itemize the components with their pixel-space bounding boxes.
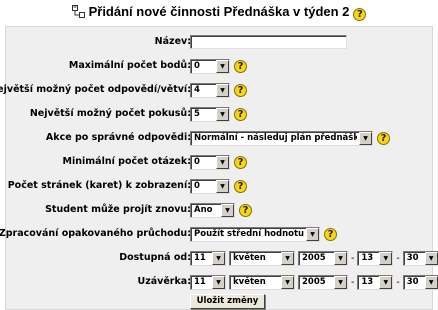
max-answers-select[interactable]: 4 ▼ <box>190 82 230 98</box>
row-min-questions: Minimální počet otázek: 0 ▼ ? <box>6 151 434 173</box>
help-icon[interactable]: ? <box>239 203 252 217</box>
name-label: Název: <box>154 36 191 47</box>
deadline-month-select[interactable]: květen ▼ <box>229 274 295 290</box>
min-questions-select[interactable]: 0 ▼ <box>190 154 230 170</box>
help-icon[interactable]: ? <box>234 107 247 121</box>
chevron-down-icon: ▼ <box>424 251 438 265</box>
deadline-hour-select[interactable]: 13 ▼ <box>357 274 394 290</box>
available-from-hour-select[interactable]: 13 ▼ <box>357 250 394 266</box>
deadline-day-select[interactable]: 11 ▼ <box>190 274 226 290</box>
settings-form: Název: Maximální počet bodů: 0 ▼ ? Největ… <box>0 26 438 310</box>
available-from-label: Dostupná od: <box>119 252 191 263</box>
min-questions-label: Minimální počet otázek: <box>62 156 191 167</box>
num-pages-select[interactable]: 0 ▼ <box>190 178 230 194</box>
chevron-down-icon: ▼ <box>216 107 229 121</box>
page-title: Přidání nové činnosti Přednáška v týden … <box>88 4 350 19</box>
row-action-after-correct: Akce po správné odpovědi: Normální - nás… <box>6 127 434 149</box>
chevron-down-icon: ▼ <box>334 275 347 289</box>
available-from-month-select[interactable]: květen ▼ <box>229 250 295 266</box>
help-icon[interactable]: ? <box>234 83 247 97</box>
handling-retakes-select[interactable]: Použít střední hodnotu ▼ <box>190 226 320 242</box>
chevron-down-icon: ▼ <box>334 251 347 265</box>
chevron-down-icon: ▼ <box>216 83 229 97</box>
max-answers-label: Největší možný počet odpovědí/větví: <box>0 84 191 95</box>
max-attempts-select[interactable]: 5 ▼ <box>190 106 230 122</box>
available-from-day-select[interactable]: 11 ▼ <box>190 250 226 266</box>
handling-retakes-label: Zpracování opakovaného průchodu: <box>0 228 191 239</box>
available-from-year-select[interactable]: 2005 ▼ <box>298 250 348 266</box>
help-icon[interactable]: ? <box>353 8 367 21</box>
date-separator: - <box>396 252 400 264</box>
chevron-down-icon: ▼ <box>281 251 294 265</box>
student-can-retake-label: Student může projít znovu: <box>45 204 191 215</box>
help-icon[interactable]: ? <box>324 227 337 241</box>
deadline-minute-select[interactable]: 30 ▼ <box>402 274 438 290</box>
num-pages-label: Počet stránek (karet) k zobrazení: <box>7 180 191 191</box>
help-icon[interactable]: ? <box>234 59 247 73</box>
lesson-module-icon <box>71 5 85 18</box>
student-can-retake-select[interactable]: Ano ▼ <box>190 202 235 218</box>
row-deadline: Uzávěrka: 11 ▼ květen ▼ 2005 ▼ - 13 ▼ - 30 ▼ <box>6 271 438 293</box>
row-name: Název: <box>6 31 434 53</box>
chevron-down-icon: ▼ <box>359 131 372 145</box>
chevron-down-icon: ▼ <box>216 155 229 169</box>
row-max-points: Maximální počet bodů: 0 ▼ ? <box>6 55 434 77</box>
row-available-from: Dostupná od: 11 ▼ květen ▼ 2005 ▼ - 13 ▼ - 3… <box>6 247 438 269</box>
row-num-pages: Počet stránek (karet) k zobrazení: 0 ▼ ? <box>6 175 434 197</box>
chevron-down-icon: ▼ <box>216 59 229 73</box>
row-max-attempts: Největší možný počet pokusů: 5 ▼ ? <box>6 103 434 125</box>
help-icon[interactable]: ? <box>377 131 390 145</box>
chevron-down-icon: ▼ <box>281 275 294 289</box>
max-points-label: Maximální počet bodů: <box>68 60 191 71</box>
chevron-down-icon: ▼ <box>212 251 225 265</box>
date-separator: - <box>351 252 355 264</box>
help-icon[interactable]: ? <box>234 155 247 169</box>
max-attempts-label: Největší možný počet pokusů: <box>29 108 191 119</box>
action-after-correct-select[interactable]: Normální - následuj plán přednášky ▼ <box>190 130 373 146</box>
date-separator: - <box>396 276 400 288</box>
chevron-down-icon: ▼ <box>216 179 229 193</box>
max-points-select[interactable]: 0 ▼ <box>190 58 230 74</box>
deadline-label: Uzávěrka: <box>137 276 191 287</box>
help-icon[interactable]: ? <box>234 179 247 193</box>
chevron-down-icon: ▼ <box>424 275 438 289</box>
action-after-correct-label: Akce po správné odpovědi: <box>45 132 191 143</box>
row-max-answers: Největší možný počet odpovědí/větví: 4 ▼ … <box>0 79 434 101</box>
row-student-can-retake: Student může projít znovu: Ano ▼ ? <box>6 199 434 221</box>
chevron-down-icon: ▼ <box>379 275 393 289</box>
available-from-minute-select[interactable]: 30 ▼ <box>402 250 438 266</box>
chevron-down-icon: ▼ <box>221 203 234 217</box>
row-handling-retakes: Zpracování opakovaného průchodu: Použít … <box>0 223 434 245</box>
page-heading: Přidání nové činnosti Přednáška v týden … <box>0 2 438 22</box>
deadline-year-select[interactable]: 2005 ▼ <box>298 274 348 290</box>
save-changes-button[interactable]: Uložit změny <box>190 294 265 309</box>
chevron-down-icon: ▼ <box>306 227 319 241</box>
chevron-down-icon: ▼ <box>212 275 225 289</box>
name-input[interactable] <box>190 35 347 49</box>
date-separator: - <box>351 276 355 288</box>
chevron-down-icon: ▼ <box>379 251 393 265</box>
